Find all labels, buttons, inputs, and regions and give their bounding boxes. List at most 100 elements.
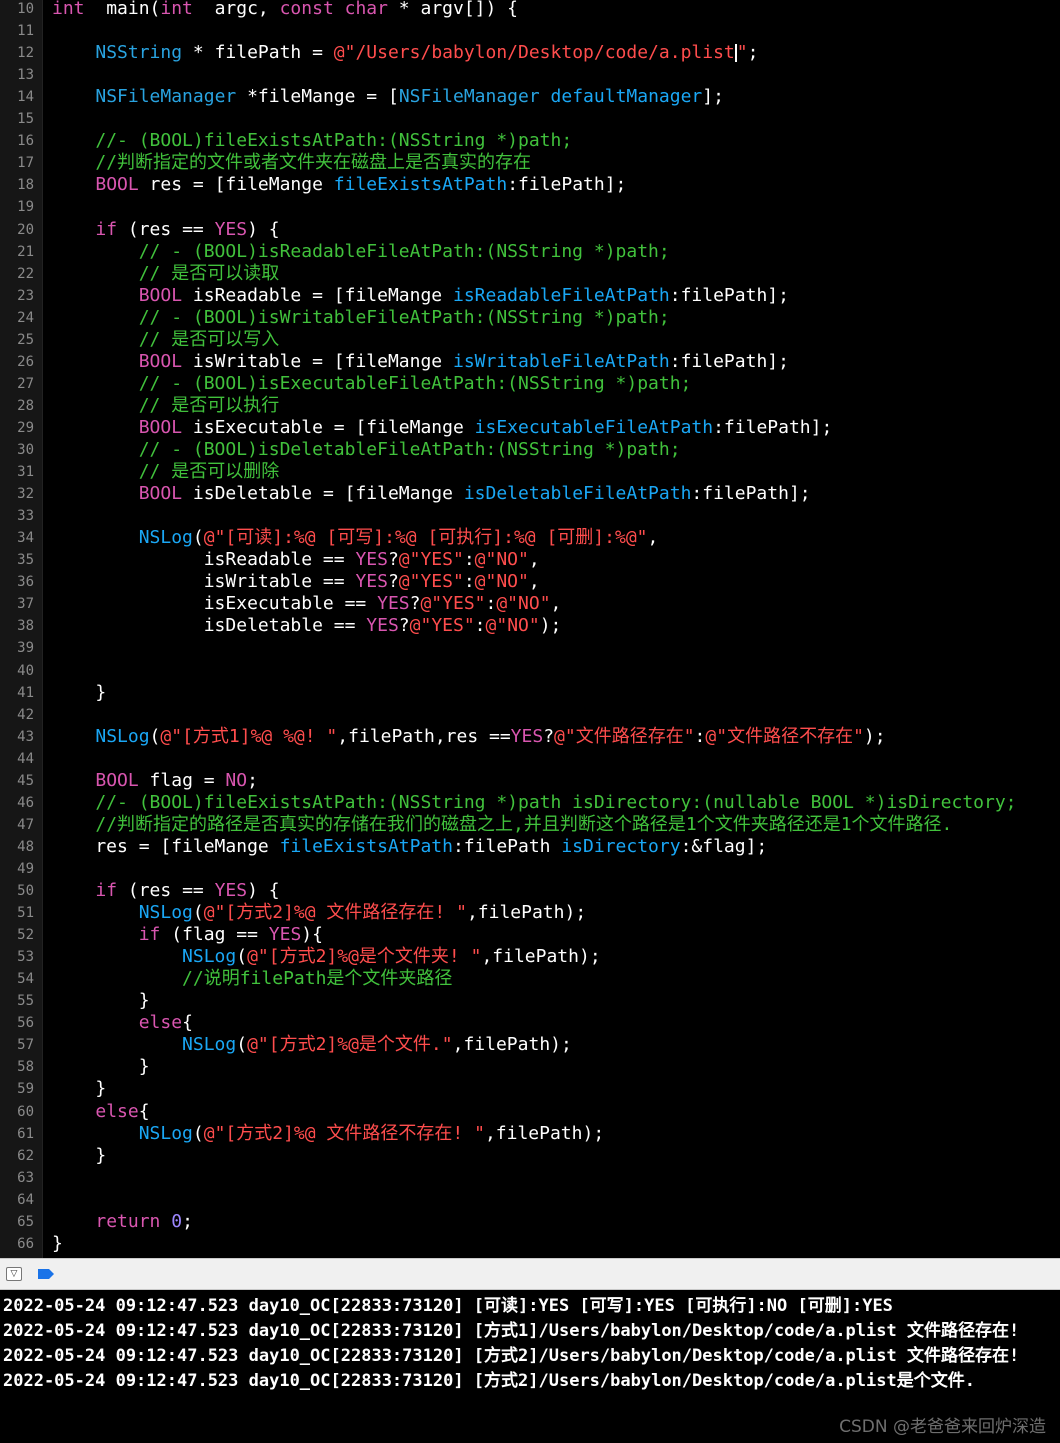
line-number: 58 xyxy=(17,1059,34,1076)
line-number: 35 xyxy=(17,552,34,569)
code-text: int main(int argc, const char * argv[]) … xyxy=(52,0,518,20)
line-number: 26 xyxy=(17,353,34,370)
code-token: ){ xyxy=(301,924,323,946)
code-line: 14 NSFileManager *fileMange = [NSFileMan… xyxy=(0,86,1060,108)
code-text: NSLog(@"[方式2]%@ 文件路径不存在! ",filePath); xyxy=(52,1123,604,1145)
line-number: 65 xyxy=(17,1213,34,1230)
code-token: if xyxy=(138,924,161,946)
code-text: BOOL res = [fileMange fileExistsAtPath:f… xyxy=(52,174,626,196)
code-token: BOOL xyxy=(95,174,139,196)
breakpoints-toggle-icon[interactable] xyxy=(38,1269,54,1279)
code-token: NSFileManager xyxy=(95,86,237,108)
code-text: isExecutable == YES?@"YES":@"NO", xyxy=(52,593,562,615)
code-token: return xyxy=(95,1210,161,1232)
hide-debug-area-icon[interactable]: ▽ xyxy=(6,1267,22,1281)
code-token: YES xyxy=(377,593,410,615)
code-line: 66} xyxy=(0,1233,1060,1255)
code-token: int xyxy=(52,0,85,19)
code-line: 43 NSLog(@"[方式1]%@ %@! ",filePath,res ==… xyxy=(0,726,1060,748)
code-text: // - (BOOL)isDeletableFileAtPath:(NSStri… xyxy=(52,439,681,461)
code-token: // 是否可以写入 xyxy=(138,328,280,350)
code-text: } xyxy=(52,1233,63,1255)
code-token: @"NO" xyxy=(485,615,540,637)
code-token: , xyxy=(550,593,562,615)
line-number: 47 xyxy=(17,816,34,833)
code-text: NSFileManager *fileMange = [NSFileManage… xyxy=(52,86,724,108)
code-line: 10 int main(int argc, const char * argv[]… xyxy=(0,0,1060,20)
code-token: fileExistsAtPath xyxy=(279,835,453,857)
code-text: else{ xyxy=(52,1101,149,1123)
code-token: ? xyxy=(398,615,410,637)
code-token: :filePath]; xyxy=(669,284,789,306)
line-number: 23 xyxy=(17,287,34,304)
code-text: BOOL isExecutable = [fileMange isExecuta… xyxy=(52,417,833,439)
line-number: 29 xyxy=(17,419,34,436)
code-token: YES xyxy=(510,725,544,747)
code-text: res = [fileMange fileExistsAtPath:filePa… xyxy=(52,836,767,858)
code-token: :filePath xyxy=(452,835,562,857)
code-token: // - (BOOL)isWritableFileAtPath:(NSStrin… xyxy=(138,306,670,328)
code-line: 48 res = [fileMange fileExistsAtPath:fil… xyxy=(0,836,1060,858)
code-token: isDirectory xyxy=(561,835,681,857)
code-token: } xyxy=(52,681,107,703)
code-token: ( xyxy=(192,1122,204,1144)
code-token: YES xyxy=(355,549,388,571)
code-token: } xyxy=(52,990,150,1012)
code-token: ) { xyxy=(247,880,280,901)
code-token: ,filePath,res == xyxy=(337,725,511,747)
code-token: NSLog xyxy=(182,946,237,968)
code-token: isReadableFileAtPath xyxy=(453,284,670,306)
line-number: 63 xyxy=(17,1169,34,1186)
code-token: ( xyxy=(236,1034,248,1056)
console-output-area[interactable]: 2022-05-24 09:12:47.523 day10_OC[22833:7… xyxy=(0,1290,1060,1443)
line-number: 32 xyxy=(17,486,34,503)
code-line: 39 xyxy=(0,637,1060,659)
code-token: ( xyxy=(192,527,204,549)
code-text: isReadable == YES?@"YES":@"NO", xyxy=(52,549,540,571)
code-line: 54 //说明filePath是个文件夹路径 xyxy=(0,968,1060,990)
code-line: 18 BOOL res = [fileMange fileExistsAtPat… xyxy=(0,174,1060,196)
code-line: 28 // 是否可以执行 xyxy=(0,395,1060,417)
code-token: BOOL xyxy=(138,284,183,306)
code-line: 64 xyxy=(0,1189,1060,1211)
line-number: 51 xyxy=(17,905,34,922)
code-text: } xyxy=(52,682,106,704)
code-token: * argv[]) { xyxy=(387,0,519,19)
line-number: 38 xyxy=(17,618,34,635)
code-editor[interactable]: 10 int main(int argc, const char * argv[]… xyxy=(0,0,1060,1258)
line-number: 10 xyxy=(17,1,34,17)
code-token: ); xyxy=(863,725,886,747)
code-line: 11 xyxy=(0,20,1060,42)
code-token: defaultManager xyxy=(550,86,703,108)
code-token: else xyxy=(138,1012,183,1034)
code-token: //判断指定的路径是否真实的存储在我们的磁盘之上,并且判断这个路径是1个文件夹路… xyxy=(95,813,953,835)
line-number: 37 xyxy=(17,596,34,613)
code-line: 23 BOOL isReadable = [fileMange isReadab… xyxy=(0,285,1060,307)
line-number: 31 xyxy=(17,464,34,481)
code-token: @"[方式1]%@ %@! " xyxy=(160,725,338,747)
code-text: return 0; xyxy=(52,1211,193,1233)
code-line: 61 NSLog(@"[方式2]%@ 文件路径不存在! ",filePath); xyxy=(0,1123,1060,1145)
line-number: 13 xyxy=(17,67,34,84)
code-token: 0 xyxy=(171,1210,183,1232)
code-token: } xyxy=(52,1144,107,1166)
code-token: //- (BOOL)fileExistsAtPath:(NSString *)p… xyxy=(95,791,1017,813)
line-number: 19 xyxy=(17,199,34,216)
code-line: 49 xyxy=(0,858,1060,880)
code-text: } xyxy=(52,1145,106,1167)
code-token: { xyxy=(182,1012,193,1034)
code-text: if (res == YES) { xyxy=(52,219,279,241)
code-text: } xyxy=(52,1056,150,1078)
code-token: } xyxy=(52,1078,107,1100)
code-token: NSLog xyxy=(138,1122,193,1144)
